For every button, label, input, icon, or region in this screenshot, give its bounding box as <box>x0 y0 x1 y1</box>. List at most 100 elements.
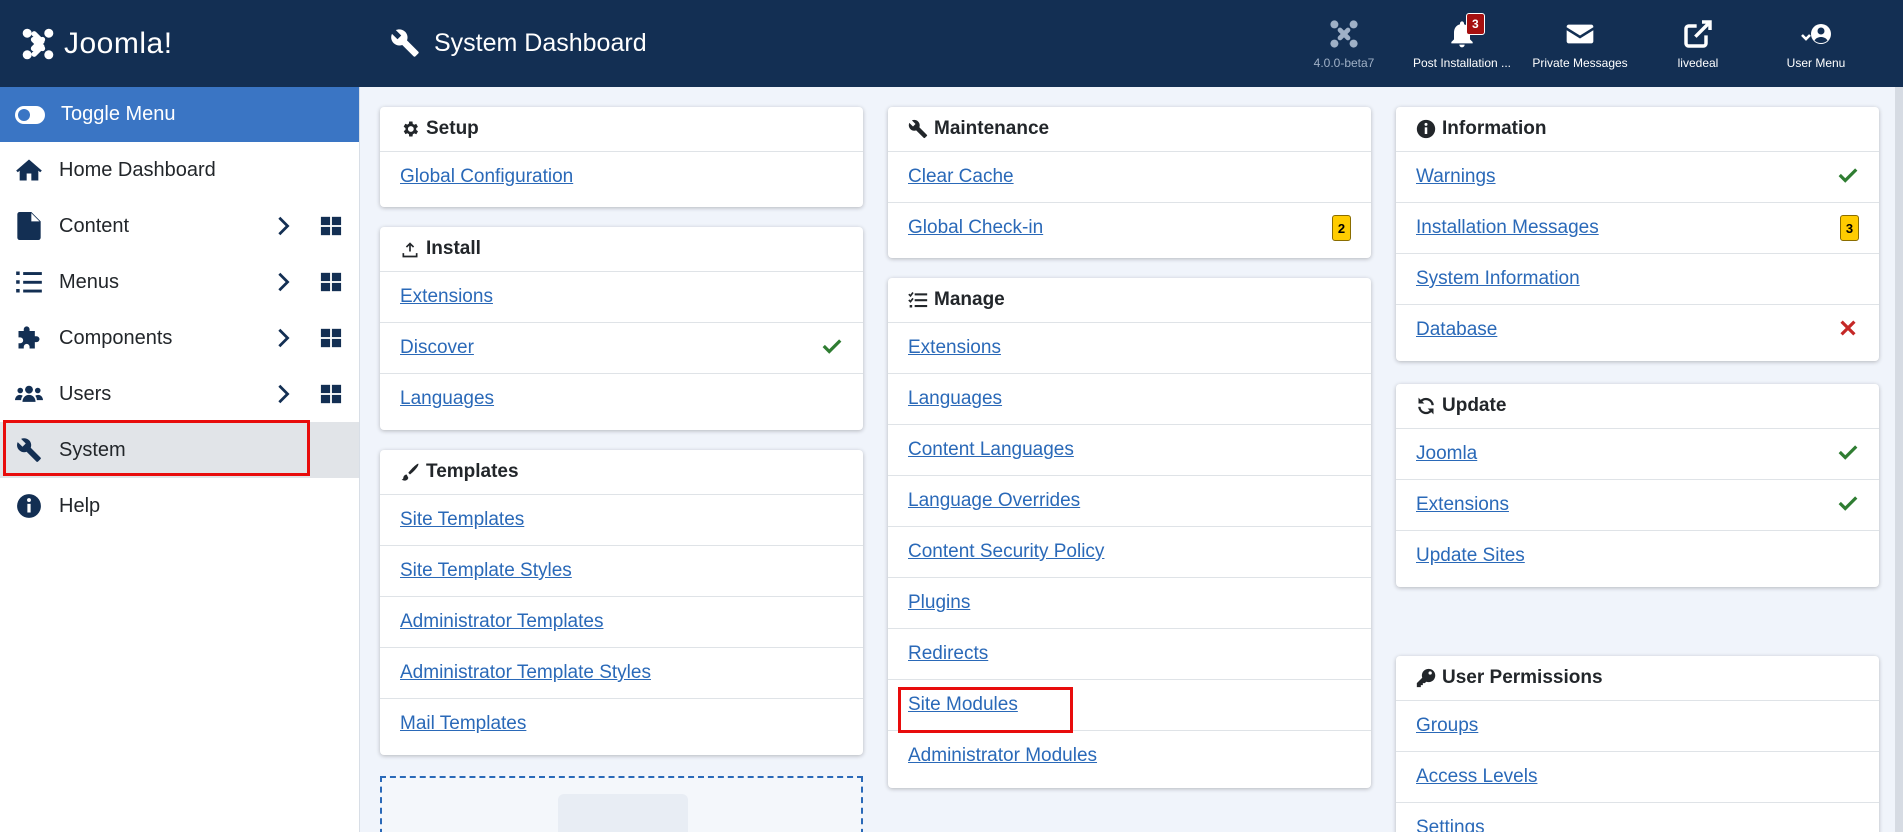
refresh-icon <box>1418 397 1434 415</box>
sidebar-item-label: Users <box>59 382 112 405</box>
list-item: Site Modules <box>888 679 1371 730</box>
sidebar-item-label: Menus <box>59 270 120 293</box>
site-preview-button[interactable]: livedeal <box>1639 0 1757 87</box>
chevron-right-icon[interactable] <box>272 327 294 349</box>
link-language-overrides[interactable]: Language Overrides <box>908 490 1080 512</box>
sidebar-item-home-dashboard[interactable]: Home Dashboard <box>0 142 359 198</box>
dashboard-grid-icon[interactable] <box>320 327 342 349</box>
card-header: User Permissions <box>1396 656 1879 700</box>
link-plugins[interactable]: Plugins <box>908 592 970 614</box>
list-item: Plugins <box>888 577 1371 628</box>
card-header: Update <box>1396 384 1879 428</box>
link-extensions[interactable]: Extensions <box>400 286 493 308</box>
link-joomla-update[interactable]: Joomla <box>1416 443 1477 465</box>
toggle-menu-button[interactable]: Toggle Menu <box>0 87 359 142</box>
list-item: Update Sites <box>1396 530 1879 581</box>
link-content-security-policy[interactable]: Content Security Policy <box>908 541 1104 563</box>
page-title: System Dashboard <box>390 22 647 64</box>
joomla-logo[interactable]: Joomla! <box>20 24 173 64</box>
card-title: User Permissions <box>1442 667 1603 688</box>
version-label: 4.0.0-beta7 <box>1313 55 1375 70</box>
link-site-template-styles[interactable]: Site Template Styles <box>400 560 572 582</box>
post-installation-button[interactable]: 3 Post Installation ... <box>1403 0 1521 87</box>
link-access-levels[interactable]: Access Levels <box>1416 766 1537 788</box>
envelope-icon <box>1566 24 1594 43</box>
card-header: Maintenance <box>888 107 1371 151</box>
joomla-icon <box>1330 19 1358 48</box>
card-title: Update <box>1442 395 1507 416</box>
link-global-check-in[interactable]: Global Check-in <box>908 217 1043 239</box>
sidebar: Toggle Menu Home Dashboard Content Menus… <box>0 87 360 832</box>
list-item: Administrator Templates <box>380 596 863 647</box>
check-icon <box>1837 441 1859 468</box>
link-groups[interactable]: Groups <box>1416 715 1478 737</box>
list-item: Joomla <box>1396 428 1879 479</box>
list-item: Extensions <box>380 271 863 322</box>
add-module-placeholder[interactable] <box>380 776 863 832</box>
sidebar-item-components[interactable]: Components <box>0 310 359 366</box>
sidebar-item-users[interactable]: Users <box>0 366 359 422</box>
key-icon <box>1416 668 1436 688</box>
chevron-right-icon[interactable] <box>272 271 294 293</box>
sidebar-item-content[interactable]: Content <box>0 198 359 254</box>
card-title: Maintenance <box>934 118 1050 139</box>
info-icon <box>1416 119 1436 139</box>
sidebar-item-menus[interactable]: Menus <box>0 254 359 310</box>
link-discover[interactable]: Discover <box>400 337 474 359</box>
user-menu-button[interactable]: User Menu <box>1757 0 1875 87</box>
version-indicator[interactable]: 4.0.0-beta7 <box>1285 0 1403 87</box>
link-site-templates[interactable]: Site Templates <box>400 509 524 531</box>
card-header: Setup <box>380 107 863 151</box>
link-system-information[interactable]: System Information <box>1416 268 1580 290</box>
puzzle-icon <box>15 324 43 352</box>
list-item: Extensions <box>888 322 1371 373</box>
external-link-icon <box>1684 19 1712 48</box>
link-mail-templates[interactable]: Mail Templates <box>400 713 526 735</box>
wrench-icon <box>908 119 928 139</box>
link-extensions-update[interactable]: Extensions <box>1416 494 1509 516</box>
list-item: Database <box>1396 304 1879 355</box>
list-item: Languages <box>888 373 1371 424</box>
link-settings[interactable]: Settings <box>1416 817 1485 832</box>
link-languages[interactable]: Languages <box>908 388 1002 410</box>
list-item: Mail Templates <box>380 698 863 749</box>
link-administrator-templates[interactable]: Administrator Templates <box>400 611 603 633</box>
list-item: Warnings <box>1396 151 1879 202</box>
list-check-icon <box>908 292 928 308</box>
info-icon <box>15 492 43 520</box>
chevron-right-icon[interactable] <box>272 215 294 237</box>
toggle-switch-icon <box>15 105 45 124</box>
sidebar-item-label: Help <box>59 494 101 517</box>
dashboard-grid-icon[interactable] <box>320 271 342 293</box>
page-scrollbar[interactable] <box>1895 87 1903 832</box>
sidebar-item-help[interactable]: Help <box>0 478 359 534</box>
link-redirects[interactable]: Redirects <box>908 643 988 665</box>
link-warnings[interactable]: Warnings <box>1416 166 1496 188</box>
link-content-languages[interactable]: Content Languages <box>908 439 1074 461</box>
link-global-configuration[interactable]: Global Configuration <box>400 166 573 188</box>
card-title: Setup <box>426 118 479 139</box>
link-site-modules[interactable]: Site Modules <box>908 694 1018 716</box>
link-administrator-template-styles[interactable]: Administrator Template Styles <box>400 662 651 684</box>
sidebar-item-label: Content <box>59 214 130 237</box>
manage-card: Manage Extensions Languages Content Lang… <box>888 278 1371 788</box>
sidebar-item-system[interactable]: System <box>0 422 359 478</box>
card-title: Information <box>1442 118 1547 139</box>
list-item: Global Check-in 2 <box>888 202 1371 253</box>
link-database[interactable]: Database <box>1416 319 1497 341</box>
notification-badge: 3 <box>1466 13 1485 35</box>
dashboard-grid-icon[interactable] <box>320 215 342 237</box>
link-clear-cache[interactable]: Clear Cache <box>908 166 1014 188</box>
list-item: System Information <box>1396 253 1879 304</box>
link-languages[interactable]: Languages <box>400 388 494 410</box>
link-installation-messages[interactable]: Installation Messages <box>1416 217 1599 239</box>
list-item: Administrator Template Styles <box>380 647 863 698</box>
header-toolbar: 4.0.0-beta7 3 Post Installation ... Priv… <box>1285 0 1875 87</box>
link-update-sites[interactable]: Update Sites <box>1416 545 1525 567</box>
link-administrator-modules[interactable]: Administrator Modules <box>908 745 1097 767</box>
link-extensions[interactable]: Extensions <box>908 337 1001 359</box>
list-item: Access Levels <box>1396 751 1879 802</box>
private-messages-button[interactable]: Private Messages <box>1521 0 1639 87</box>
chevron-right-icon[interactable] <box>272 383 294 405</box>
dashboard-grid-icon[interactable] <box>320 383 342 405</box>
